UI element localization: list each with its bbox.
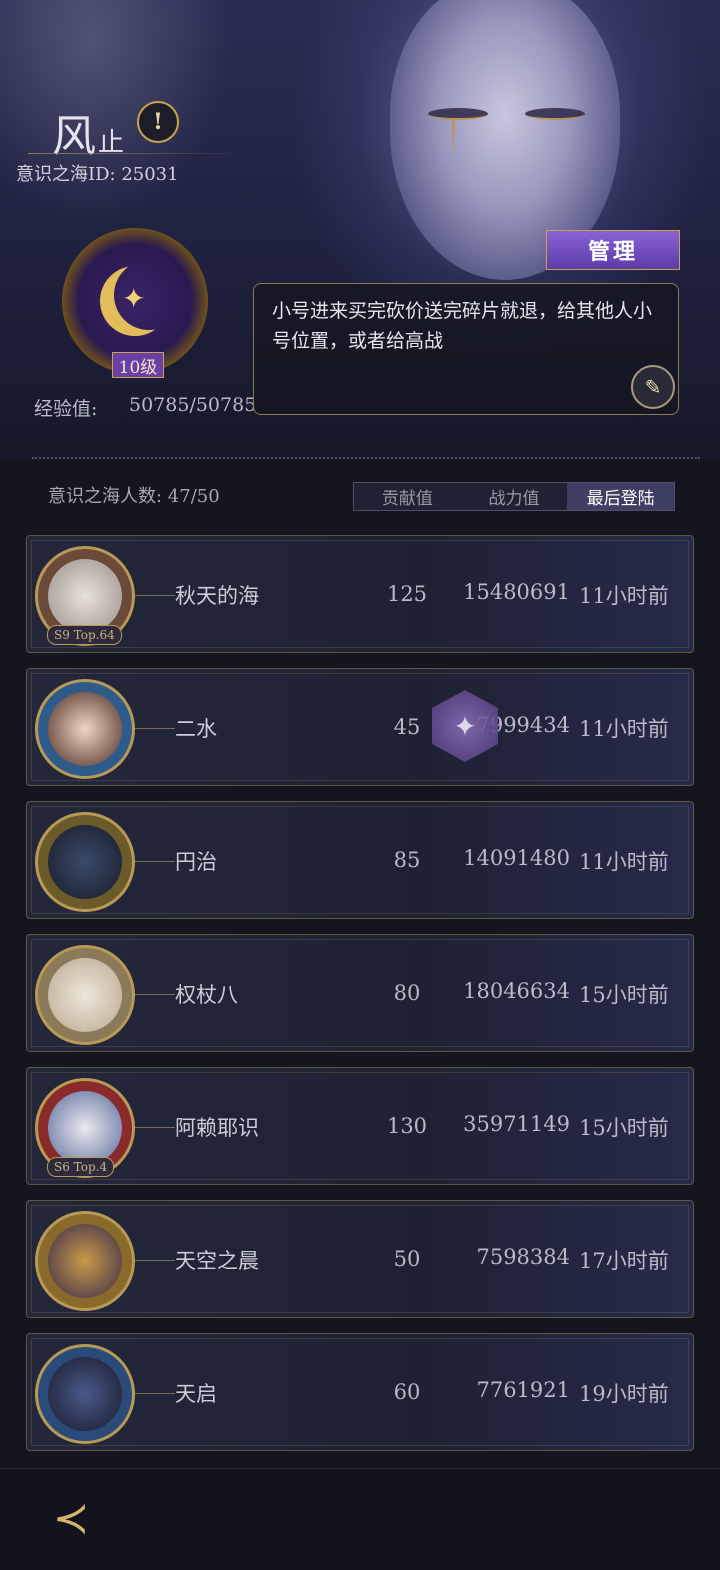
alert-icon[interactable]: !: [137, 101, 179, 143]
member-contribution: 125: [386, 582, 428, 606]
member-power: 7598384: [476, 1245, 570, 1269]
rank-badge: S6 Top.4: [47, 1157, 115, 1177]
connector-line: [135, 861, 175, 862]
member-power: 7761921: [476, 1378, 570, 1402]
guild-name: 风止: [52, 111, 127, 162]
member-last-login: 11小时前: [579, 850, 669, 874]
connector-line: [135, 1260, 175, 1261]
member-count: 意识之海人数: 47/50: [48, 486, 220, 507]
member-contribution: 85: [393, 848, 421, 872]
member-contribution: 50: [393, 1247, 421, 1271]
member-power: 18046634: [463, 979, 570, 1003]
member-contribution: 60: [393, 1380, 421, 1404]
member-last-login: 15小时前: [579, 983, 669, 1007]
guild-id: 意识之海ID: 25031: [16, 164, 179, 185]
guild-notice: 小号进来买完砍价送完碎片就退，给其他人小号位置，或者给高战: [253, 283, 679, 415]
member-row[interactable]: 二水 45 7999434 11小时前: [26, 668, 694, 786]
exp-value: 50785/50785: [129, 394, 257, 416]
member-row[interactable]: 円治 85 14091480 11小时前: [26, 801, 694, 919]
tear-art: [452, 120, 455, 160]
manage-button[interactable]: 管理: [546, 230, 680, 270]
member-last-login: 15小时前: [579, 1116, 669, 1140]
member-name: 阿赖耶识: [175, 1116, 259, 1140]
avatar[interactable]: [35, 1211, 135, 1311]
avatar[interactable]: [35, 679, 135, 779]
member-row[interactable]: 权杖八 80 18046634 15小时前: [26, 934, 694, 1052]
member-name: 秋天的海: [175, 584, 259, 608]
member-last-login: 11小时前: [579, 584, 669, 608]
member-name: 天空之晨: [175, 1249, 259, 1273]
back-arrow-icon[interactable]: ≺: [36, 1488, 106, 1548]
member-last-login: 19小时前: [579, 1382, 669, 1406]
member-contribution: 45: [393, 715, 421, 739]
connector-line: [135, 728, 175, 729]
divider: [32, 457, 700, 459]
guild-level-badge: 10级: [112, 352, 164, 378]
member-list: S9 Top.64 秋天的海 125 15480691 11小时前 二水 45 …: [26, 535, 694, 1466]
member-row[interactable]: S9 Top.64 秋天的海 125 15480691 11小时前: [26, 535, 694, 653]
connector-line: [135, 994, 175, 995]
sort-tabs: 贡献值 战力值 最后登陆: [353, 482, 675, 511]
title-divider: [28, 153, 248, 154]
member-power: 15480691: [463, 580, 570, 604]
footer-bar: [0, 1468, 720, 1570]
member-name: 天启: [175, 1382, 217, 1406]
feather-pen-icon[interactable]: ✎: [631, 365, 675, 409]
right-eye-art: [525, 108, 585, 120]
connector-line: [135, 1393, 175, 1394]
left-eye-art: [428, 108, 488, 120]
tab-power[interactable]: 战力值: [461, 483, 568, 510]
avatar[interactable]: [35, 945, 135, 1045]
member-name: 二水: [175, 717, 217, 741]
rank-badge: S9 Top.64: [47, 625, 122, 645]
member-last-login: 17小时前: [579, 1249, 669, 1273]
avatar[interactable]: [35, 1344, 135, 1444]
member-name: 円治: [175, 850, 217, 874]
member-contribution: 130: [386, 1114, 428, 1138]
connector-line: [135, 1127, 175, 1128]
tab-last-login[interactable]: 最后登陆: [567, 483, 675, 510]
avatar[interactable]: [35, 812, 135, 912]
tab-contribution[interactable]: 贡献值: [354, 483, 461, 510]
connector-line: [135, 595, 175, 596]
star-icon: ✦: [122, 282, 146, 315]
member-last-login: 11小时前: [579, 717, 669, 741]
member-row[interactable]: 天启 60 7761921 19小时前: [26, 1333, 694, 1451]
member-row[interactable]: S6 Top.4 阿赖耶识 130 35971149 15小时前: [26, 1067, 694, 1185]
guild-notice-text: 小号进来买完砍价送完碎片就退，给其他人小号位置，或者给高战: [272, 300, 653, 352]
member-name: 权杖八: [175, 983, 238, 1007]
member-power: 14091480: [463, 846, 570, 870]
member-row[interactable]: 天空之晨 50 7598384 17小时前: [26, 1200, 694, 1318]
member-contribution: 80: [393, 981, 421, 1005]
exp-label: 经验值:: [34, 398, 98, 420]
member-power: 35971149: [463, 1112, 570, 1136]
